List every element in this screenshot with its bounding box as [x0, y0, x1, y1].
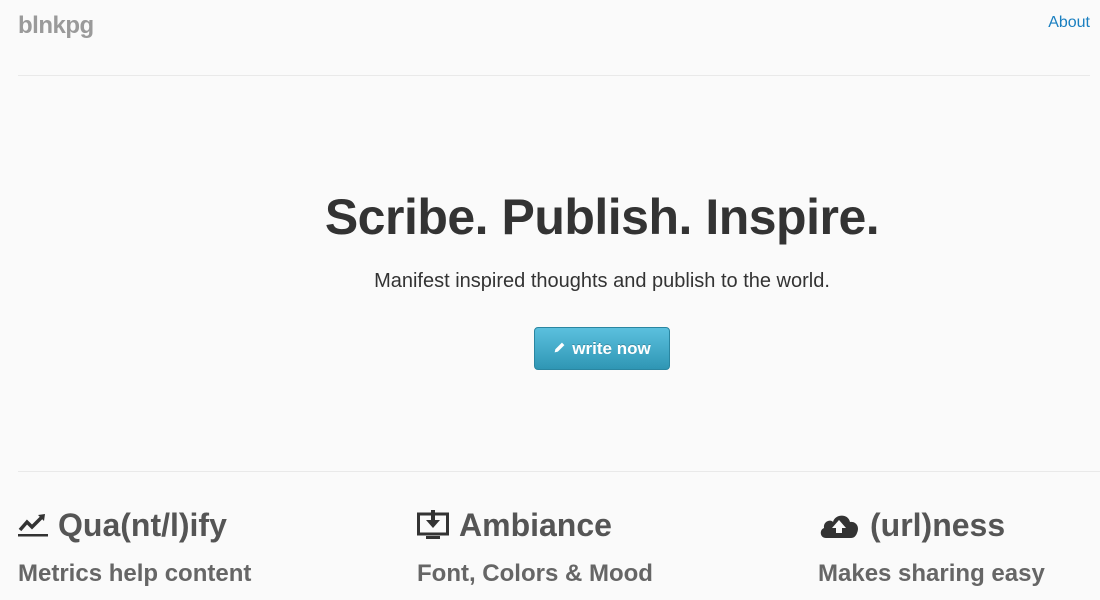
feature-subtitle: Metrics help content: [18, 560, 252, 587]
feature-urlness: (url)ness Makes sharing easy: [818, 505, 1100, 588]
monitor-download-icon: [417, 510, 449, 540]
section-divider: [18, 471, 1100, 472]
feature-title: (url)ness: [870, 506, 1006, 543]
brand-logo-link[interactable]: blnkpg: [18, 12, 94, 40]
hero-section: Scribe. Publish. Inspire. Manifest inspi…: [0, 76, 1100, 471]
feature-ambiance: Ambiance Font, Colors & Mood: [417, 505, 747, 587]
trending-chart-icon: [18, 512, 48, 538]
write-now-button[interactable]: write now: [534, 327, 670, 370]
about-link[interactable]: About: [1048, 14, 1090, 32]
feature-subtitle: Makes sharing easy: [818, 560, 1045, 587]
feature-quantify: Qua(nt/l)ify Metrics help content: [18, 505, 348, 587]
feature-title: Qua(nt/l)ify: [58, 506, 227, 543]
feature-title: Ambiance: [459, 506, 612, 543]
cloud-upload-icon: [818, 511, 860, 539]
hero-subtitle: Manifest inspired thoughts and publish t…: [374, 270, 830, 292]
top-navbar: blnkpg About: [18, 0, 1090, 76]
pencil-icon: [553, 339, 566, 359]
feature-subtitle: Font, Colors & Mood: [417, 560, 653, 587]
write-now-label: write now: [572, 338, 651, 358]
hero-title: Scribe. Publish. Inspire.: [324, 189, 880, 245]
landing-page: blnkpg About Scribe. Publish. Inspire. M…: [0, 0, 1100, 600]
